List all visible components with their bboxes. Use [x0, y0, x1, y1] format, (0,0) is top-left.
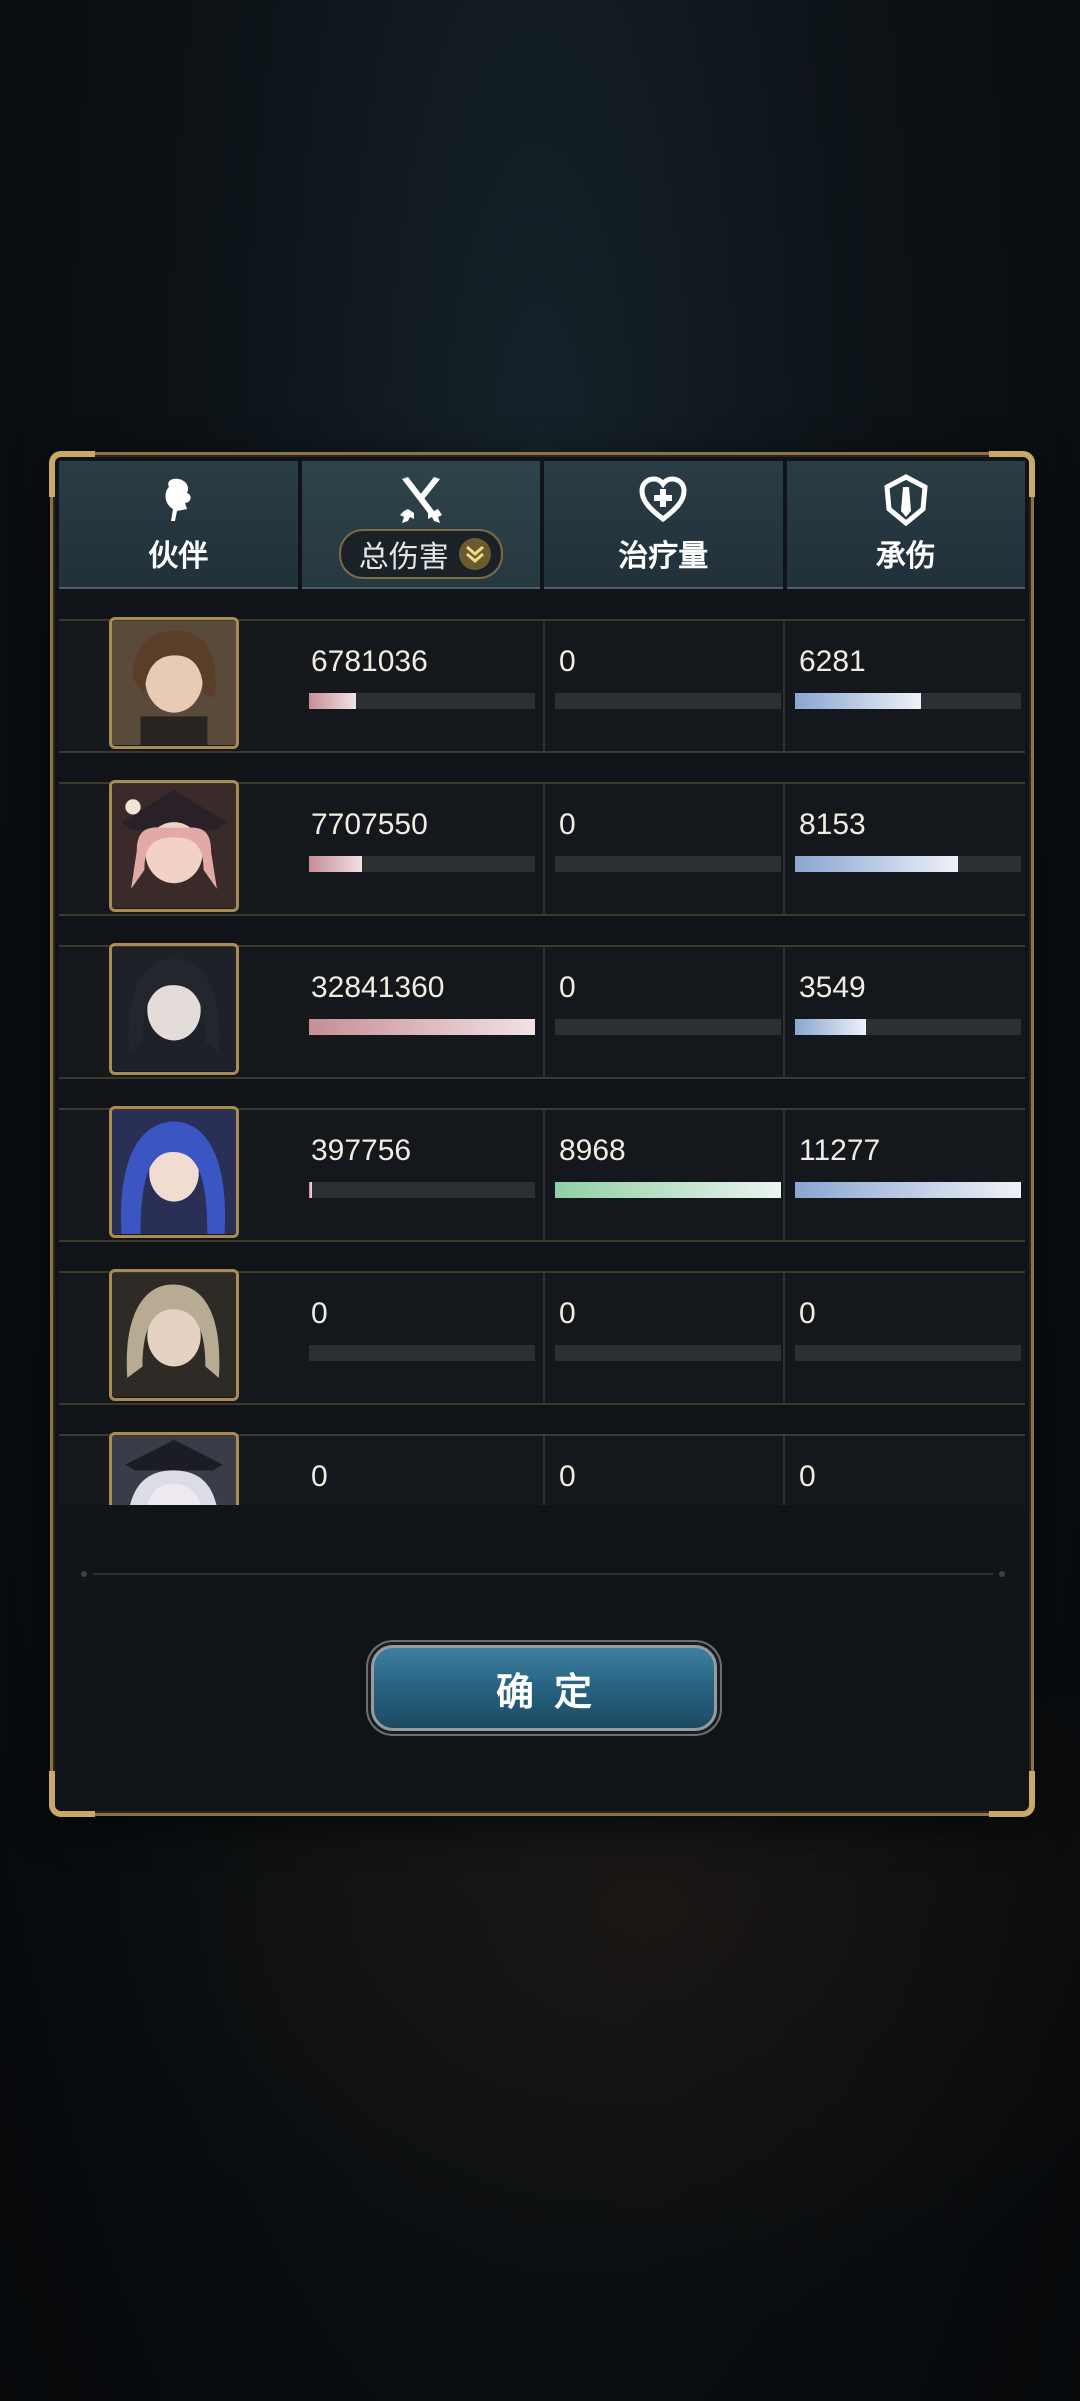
- crossed-swords-icon: [399, 477, 442, 523]
- healing-cell: 8968: [543, 1110, 781, 1240]
- tab-total-damage[interactable]: 总伤害: [301, 461, 540, 589]
- partner-portrait[interactable]: [109, 1432, 239, 1505]
- damage-value: 32841360: [311, 971, 445, 1004]
- damage-taken-bar-fill: [795, 693, 921, 709]
- damage-taken-bar: [795, 693, 1021, 709]
- damage-cell: 7707550: [303, 784, 539, 914]
- damage-bar-fill: [309, 1182, 312, 1198]
- damage-taken-bar-fill: [795, 1182, 1021, 1198]
- frame-corner: [989, 1771, 1035, 1817]
- damage-value: 0: [311, 1460, 328, 1493]
- damage-taken-bar: [795, 1182, 1021, 1198]
- damage-taken-value: 0: [799, 1297, 816, 1330]
- damage-cell: 32841360: [303, 947, 539, 1077]
- healing-value: 0: [559, 645, 576, 678]
- damage-taken-bar: [795, 1019, 1021, 1035]
- sort-dropdown[interactable]: 总伤害: [338, 529, 503, 579]
- damage-taken-value: 8153: [799, 808, 866, 841]
- partner-stats-list[interactable]: 6781036 0 6281 7707550 0 8153 32841360 0…: [59, 597, 1025, 1505]
- healing-cell: 0: [543, 621, 781, 751]
- damage-value: 397756: [311, 1134, 412, 1167]
- damage-cell: 0: [303, 1436, 539, 1505]
- list-item: 0 0 0: [59, 1432, 1025, 1505]
- healing-value: 8968: [559, 1134, 626, 1167]
- damage-taken-cell: 8153: [783, 784, 1021, 914]
- damage-taken-cell: 0: [783, 1436, 1021, 1505]
- damage-bar-fill: [309, 1019, 535, 1035]
- tab-partner[interactable]: 伙伴: [59, 461, 298, 589]
- damage-taken-value: 6281: [799, 645, 866, 678]
- healing-value: 0: [559, 1297, 576, 1330]
- partner-icon: [165, 478, 191, 521]
- tab-label: 伙伴: [148, 539, 209, 574]
- damage-cell: 397756: [303, 1110, 539, 1240]
- healing-value: 0: [559, 1460, 576, 1493]
- list-item: 0 0 0: [59, 1269, 1025, 1405]
- list-item: 397756 8968 11277: [59, 1106, 1025, 1242]
- damage-bar: [309, 856, 535, 872]
- tab-label: 承伤: [875, 539, 936, 574]
- confirm-label: 确定: [495, 1669, 612, 1714]
- healing-bar-fill: [555, 1182, 781, 1198]
- damage-taken-cell: 11277: [783, 1110, 1021, 1240]
- damage-taken-cell: 0: [783, 1273, 1021, 1403]
- damage-taken-bar: [795, 856, 1021, 872]
- healing-cell: 0: [543, 1273, 781, 1403]
- list-item: 7707550 0 8153: [59, 780, 1025, 916]
- tab-label: 总伤害: [358, 540, 449, 575]
- damage-cell: 0: [303, 1273, 539, 1403]
- damage-taken-bar-fill: [795, 1019, 867, 1035]
- damage-bar: [309, 1182, 535, 1198]
- tab-damage-taken[interactable]: 承伤: [786, 461, 1025, 589]
- damage-value: 7707550: [311, 808, 428, 841]
- healing-bar: [555, 856, 781, 872]
- healing-bar: [555, 693, 781, 709]
- healing-value: 0: [559, 971, 576, 1004]
- healing-cell: 0: [543, 784, 781, 914]
- damage-bar: [309, 1345, 535, 1361]
- damage-taken-value: 3549: [799, 971, 866, 1004]
- damage-cell: 6781036: [303, 621, 539, 751]
- partner-portrait[interactable]: [109, 1269, 239, 1401]
- heart-plus-icon: [639, 476, 687, 523]
- partner-portrait[interactable]: [109, 943, 239, 1075]
- damage-taken-cell: 3549: [783, 947, 1021, 1077]
- damage-taken-bar-fill: [795, 856, 959, 872]
- damage-value: 0: [311, 1297, 328, 1330]
- tab-label: 治疗量: [618, 539, 709, 574]
- damage-bar-fill: [309, 856, 363, 872]
- damage-bar: [309, 693, 535, 709]
- stat-tabs: 伙伴 总伤害 治疗量 承伤: [59, 461, 1025, 591]
- healing-bar: [555, 1182, 781, 1198]
- partner-portrait[interactable]: [109, 780, 239, 912]
- healing-bar: [555, 1019, 781, 1035]
- list-item: 6781036 0 6281: [59, 617, 1025, 753]
- healing-cell: 0: [543, 1436, 781, 1505]
- list-item: 32841360 0 3549: [59, 943, 1025, 1079]
- shield-icon: [884, 474, 928, 527]
- chevron-down-icon: [458, 538, 491, 570]
- damage-taken-cell: 6281: [783, 621, 1021, 751]
- healing-value: 0: [559, 808, 576, 841]
- damage-taken-value: 0: [799, 1460, 816, 1493]
- damage-taken-bar: [795, 1345, 1021, 1361]
- tab-healing[interactable]: 治疗量: [544, 461, 783, 589]
- damage-bar-fill: [309, 693, 356, 709]
- battle-stats-panel: 伙伴 总伤害 治疗量 承伤 6781036 0 6281 7707550 0 8…: [49, 451, 1035, 1817]
- damage-taken-value: 11277: [799, 1134, 881, 1167]
- healing-cell: 0: [543, 947, 781, 1077]
- damage-value: 6781036: [311, 645, 428, 678]
- frame-corner: [49, 1771, 95, 1817]
- partner-portrait[interactable]: [109, 1106, 239, 1238]
- healing-bar: [555, 1345, 781, 1361]
- partner-portrait[interactable]: [109, 617, 239, 749]
- damage-bar: [309, 1019, 535, 1035]
- divider: [81, 1571, 1005, 1577]
- confirm-button[interactable]: 确定: [371, 1645, 717, 1731]
